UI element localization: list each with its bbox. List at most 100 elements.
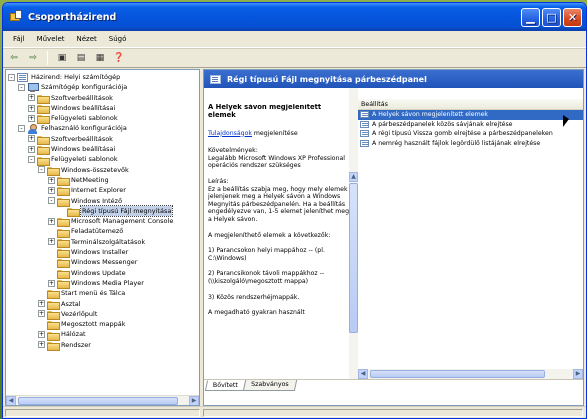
tree-item[interactable]: - Felügyeleti sablonok — [8, 154, 199, 166]
collapse-icon[interactable]: - — [28, 156, 35, 164]
tree-item[interactable]: - Házirend: Helyi számítógép — [8, 72, 199, 82]
expand-icon[interactable]: + — [28, 135, 35, 143]
policy-folder-icon — [210, 74, 221, 84]
tree-item[interactable]: Windows Installer — [8, 247, 199, 259]
tree-item-label: Microsoft Management Console — [71, 217, 174, 226]
title-bar[interactable]: Csoportházirend ▁ □ ✕ — [3, 3, 586, 31]
forward-button[interactable]: ⇨ — [25, 51, 41, 66]
scroll-up-arrow-icon[interactable]: ▲ — [349, 172, 358, 182]
list-horizontal-scrollbar[interactable]: ◀ ▶ — [358, 369, 583, 379]
menu-view[interactable]: Nézet — [71, 34, 103, 44]
setting-row[interactable]: A régi típusú Vissza gomb elrejtése a pá… — [358, 129, 583, 139]
tree-item-label: Felügyeleti sablonok — [51, 114, 118, 123]
tail-text: A megadható gyakran használt — [208, 309, 305, 317]
expand-icon[interactable]: + — [28, 114, 35, 122]
collapse-icon[interactable]: - — [48, 197, 55, 205]
help-button[interactable]: ❓ — [111, 51, 127, 66]
window-title: Csoportházirend — [28, 11, 117, 23]
expand-icon[interactable]: + — [28, 94, 35, 102]
collapse-icon[interactable]: - — [8, 73, 15, 81]
status-cell — [203, 409, 583, 417]
tree-item[interactable]: + Vezérlőpult — [8, 309, 199, 320]
close-button[interactable]: ✕ — [563, 7, 582, 27]
expand-icon[interactable]: + — [38, 310, 45, 318]
setting-row-label: A párbeszédpanelek közös sávjának elrejt… — [372, 120, 513, 128]
expand-icon[interactable]: + — [28, 104, 35, 112]
detail-pane: Régi típusú Fájl megnyitása párbeszédpan… — [203, 69, 584, 406]
tree-item[interactable]: + Terminálszolgáltatások — [8, 237, 199, 248]
tree-item-label: Windows Update — [71, 268, 126, 277]
tree-item[interactable]: + Windows beállításai — [8, 103, 199, 115]
tree-item[interactable]: + Szoftverbeállítások — [8, 134, 199, 145]
up-button[interactable]: ▣ — [54, 51, 70, 66]
description-vertical-scrollbar[interactable]: ▲ — [349, 88, 358, 379]
tree-item[interactable]: Windows Update — [8, 268, 199, 279]
tree-pane[interactable]: - Házirend: Helyi számítógép - Számítógép k… — [5, 69, 200, 406]
description-title: A Helyek sávon megjelenített elemek — [208, 104, 322, 119]
tree-item-label: Szoftverbeállítások — [51, 134, 113, 143]
scroll-left-arrow-icon[interactable]: ◀ — [6, 395, 16, 405]
tree-item[interactable]: Windows Messenger — [8, 257, 199, 269]
tree-item-label: Windows-összetevők — [61, 165, 129, 174]
column-header-setting[interactable]: Beállítás — [358, 99, 583, 110]
description-panel: A Helyek sávon megjelenített elemek Tula… — [208, 104, 349, 379]
expand-icon[interactable]: + — [48, 186, 55, 194]
scroll-thumb[interactable] — [18, 396, 178, 405]
tree-item[interactable]: - Felhasználó konfigurációja — [8, 123, 199, 134]
maximize-button[interactable]: □ — [542, 7, 561, 27]
setting-row[interactable]: A nemrég használt fájlok legördülő listá… — [358, 139, 583, 149]
collapse-icon[interactable]: - — [38, 166, 45, 174]
tree-item[interactable]: + Windows beállításai — [8, 144, 199, 156]
expand-icon[interactable]: + — [48, 217, 55, 225]
tree-item[interactable]: Régi típusú Fájl megnyitása — [8, 204, 199, 218]
expand-icon[interactable]: + — [48, 279, 55, 287]
expand-icon[interactable]: + — [48, 238, 55, 246]
back-button[interactable]: ⇦ — [6, 51, 22, 66]
menu-file[interactable]: Fájl — [7, 34, 31, 44]
properties-button[interactable]: ▦ — [92, 51, 108, 66]
folder-icon — [37, 156, 50, 166]
show-hide-tree-button[interactable]: ▤ — [73, 51, 89, 66]
list-scroll-left-icon[interactable]: ◀ — [358, 369, 368, 379]
setting-row[interactable]: A Helyek sávon megjelenített elemek — [358, 110, 583, 120]
tree-item[interactable]: + Microsoft Management Console — [8, 216, 199, 228]
item3-text: 3) Közös rendszerhéjmappák. — [208, 293, 300, 301]
tree-item[interactable]: + Windows Media Player — [8, 278, 199, 290]
tree-item[interactable]: + Felügyeleti sablonok — [8, 113, 199, 125]
tree-item[interactable]: + Internet Explorer — [8, 185, 199, 197]
tree-item[interactable]: - Számítógép konfigurációja — [8, 82, 199, 92]
description-scroll-thumb[interactable] — [349, 183, 358, 333]
collapse-icon[interactable]: - — [18, 125, 25, 133]
expand-icon[interactable]: + — [48, 176, 55, 184]
tree-item[interactable]: - Windows-összetevők — [8, 165, 199, 176]
tree-item[interactable]: Start menü és Tálca — [8, 288, 199, 300]
folder-icon — [47, 289, 60, 300]
menu-action[interactable]: Művelet — [31, 34, 71, 44]
tree-item[interactable]: + Szoftverbeállítások — [8, 93, 199, 104]
tree-item[interactable]: - Windows Intéző — [8, 196, 199, 207]
tree-item[interactable]: + Rendszer — [8, 340, 199, 351]
expand-icon[interactable]: + — [38, 331, 45, 339]
tab-standard[interactable]: Szabványos — [242, 380, 297, 391]
tab-extended[interactable]: Bővített — [204, 380, 247, 391]
expand-icon[interactable]: + — [38, 300, 45, 308]
tree-item[interactable]: + Hálózat — [8, 329, 199, 341]
tree-item-label: Házirend: Helyi számítógép — [31, 73, 121, 81]
setting-row[interactable]: A párbeszédpanelek közös sávjának elrejt… — [358, 120, 583, 130]
tree-item[interactable]: Megosztott mappák — [8, 319, 199, 331]
tree-item-label: Windows beállításai — [51, 145, 116, 154]
collapse-icon[interactable]: - — [18, 83, 25, 91]
tree-item[interactable]: + NetMeeting — [8, 175, 199, 187]
menu-help[interactable]: Súgó — [103, 34, 133, 44]
list-scroll-thumb[interactable] — [370, 370, 545, 378]
tree-item[interactable]: + Asztal — [8, 299, 199, 310]
minimize-button[interactable]: ▁ — [521, 7, 540, 27]
expand-icon[interactable]: + — [28, 145, 35, 153]
expand-icon[interactable]: + — [38, 341, 45, 349]
list-scroll-right-icon[interactable]: ▶ — [573, 369, 583, 379]
scroll-right-arrow-icon[interactable]: ▶ — [189, 395, 199, 405]
maximize-icon: □ — [546, 10, 557, 24]
properties-link[interactable]: Tulajdonságok — [208, 130, 252, 137]
tree-item[interactable]: Feladatütemező — [8, 226, 199, 238]
tree-horizontal-scrollbar[interactable]: ◀ ▶ — [6, 395, 199, 405]
